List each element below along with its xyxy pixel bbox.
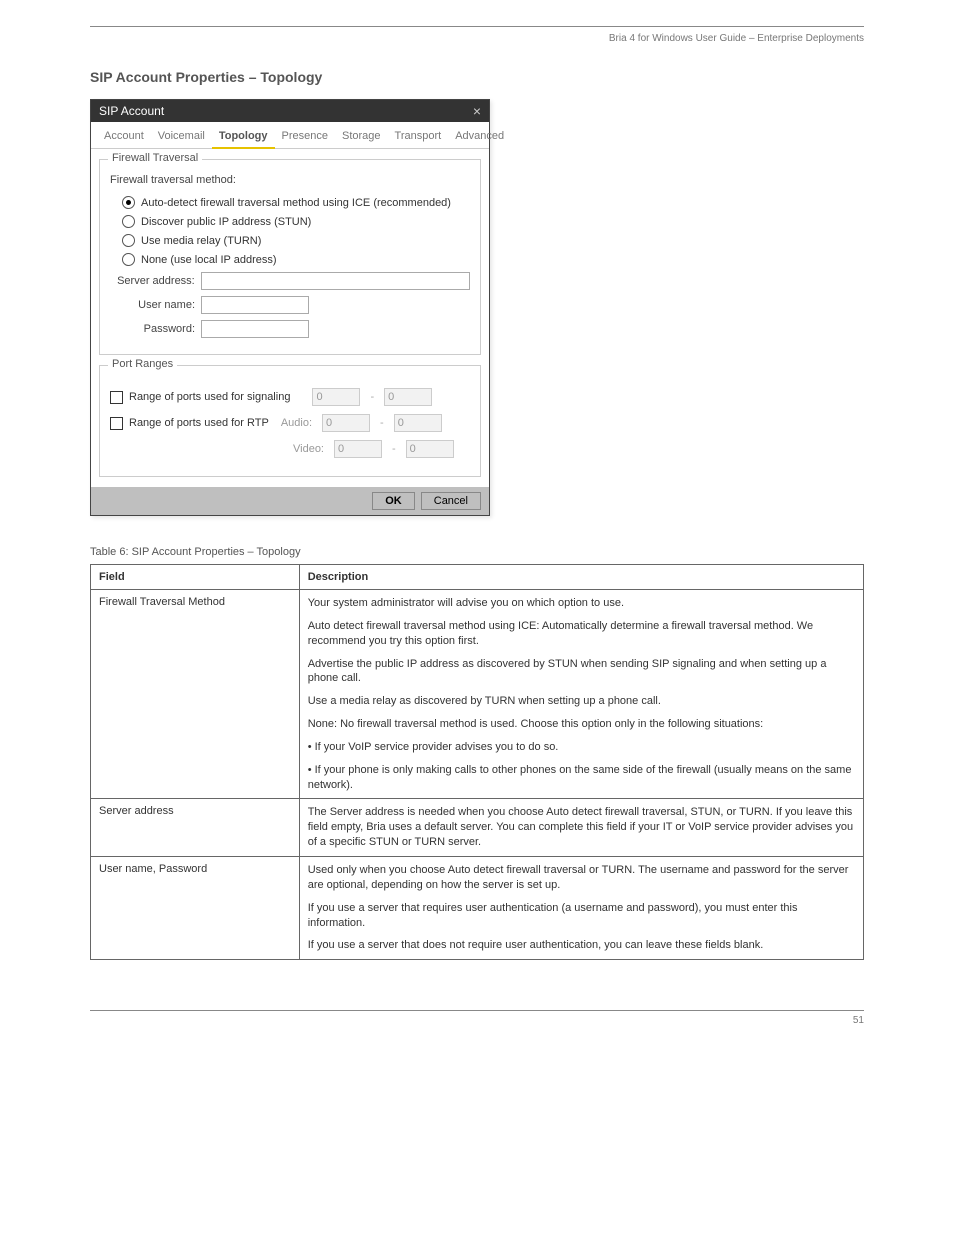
dialog-titlebar: SIP Account × [91,100,489,122]
cell-description: The Server address is needed when you ch… [299,799,863,857]
user-name-label: User name: [110,299,195,311]
cell-field: Firewall Traversal Method [91,590,300,799]
radio-none[interactable]: None (use local IP address) [122,253,470,266]
firewall-method-label: Firewall traversal method: [110,174,470,186]
radio-icon [122,196,135,209]
dialog-title-text: SIP Account [99,104,164,118]
tab-presence[interactable]: Presence [275,127,335,148]
settings-table: Field Description Firewall Traversal Met… [90,564,864,960]
radio-stun-label: Discover public IP address (STUN) [141,216,311,228]
close-icon[interactable]: × [473,104,481,118]
table-row: Firewall Traversal Method Your system ad… [91,590,864,799]
video-port-low[interactable] [334,440,382,458]
signaling-port-high[interactable] [384,388,432,406]
table-caption: Table 6: SIP Account Properties – Topolo… [90,546,864,558]
dash-icon: - [370,391,374,403]
page-footer: 51 [90,1010,864,1026]
firewall-legend: Firewall Traversal [108,152,202,164]
ok-button[interactable]: OK [372,492,415,510]
video-port-high[interactable] [406,440,454,458]
radio-turn-label: Use media relay (TURN) [141,235,261,247]
radio-none-label: None (use local IP address) [141,254,277,266]
header-rule [90,26,864,27]
dialog-button-bar: OK Cancel [91,487,489,515]
tab-storage[interactable]: Storage [335,127,388,148]
cancel-button[interactable]: Cancel [421,492,481,510]
dash-icon: - [380,417,384,429]
dash-icon: - [392,443,396,455]
tab-account[interactable]: Account [97,127,151,148]
tab-topology[interactable]: Topology [212,127,275,149]
cell-field: Server address [91,799,300,857]
port-ranges-legend: Port Ranges [108,358,177,370]
audio-port-low[interactable] [322,414,370,432]
radio-icon [122,253,135,266]
cell-description: Used only when you choose Auto detect fi… [299,856,863,959]
signaling-checkbox[interactable] [110,391,123,404]
radio-ice[interactable]: Auto-detect firewall traversal method us… [122,196,470,209]
radio-turn[interactable]: Use media relay (TURN) [122,234,470,247]
header-right-text: Bria 4 for Windows User Guide – Enterpri… [90,33,864,44]
rtp-label: Range of ports used for RTP [129,417,269,429]
tab-advanced[interactable]: Advanced [448,127,511,148]
signaling-label: Range of ports used for signaling [129,391,290,403]
footer-page-number: 51 [853,1015,864,1026]
radio-stun[interactable]: Discover public IP address (STUN) [122,215,470,228]
password-input[interactable] [201,320,309,338]
tab-transport[interactable]: Transport [388,127,449,148]
radio-icon [122,215,135,228]
cell-field: User name, Password [91,856,300,959]
password-label: Password: [110,323,195,335]
signaling-port-low[interactable] [312,388,360,406]
firewall-traversal-group: Firewall Traversal Firewall traversal me… [99,159,481,355]
section-title: SIP Account Properties – Topology [90,69,864,85]
server-address-input[interactable] [201,272,470,290]
radio-icon [122,234,135,247]
table-row: Server address The Server address is nee… [91,799,864,857]
cell-description: Your system administrator will advise yo… [299,590,863,799]
video-label: Video: [293,443,324,455]
th-field: Field [91,565,300,590]
audio-label: Audio: [281,417,312,429]
sip-account-dialog: SIP Account × Account Voicemail Topology… [90,99,490,516]
th-description: Description [299,565,863,590]
port-ranges-group: Port Ranges Range of ports used for sign… [99,365,481,477]
table-row: User name, Password Used only when you c… [91,856,864,959]
dialog-tabs: Account Voicemail Topology Presence Stor… [91,122,489,149]
radio-ice-label: Auto-detect firewall traversal method us… [141,197,451,209]
server-address-label: Server address: [110,275,195,287]
user-name-input[interactable] [201,296,309,314]
audio-port-high[interactable] [394,414,442,432]
rtp-checkbox[interactable] [110,417,123,430]
tab-voicemail[interactable]: Voicemail [151,127,212,148]
